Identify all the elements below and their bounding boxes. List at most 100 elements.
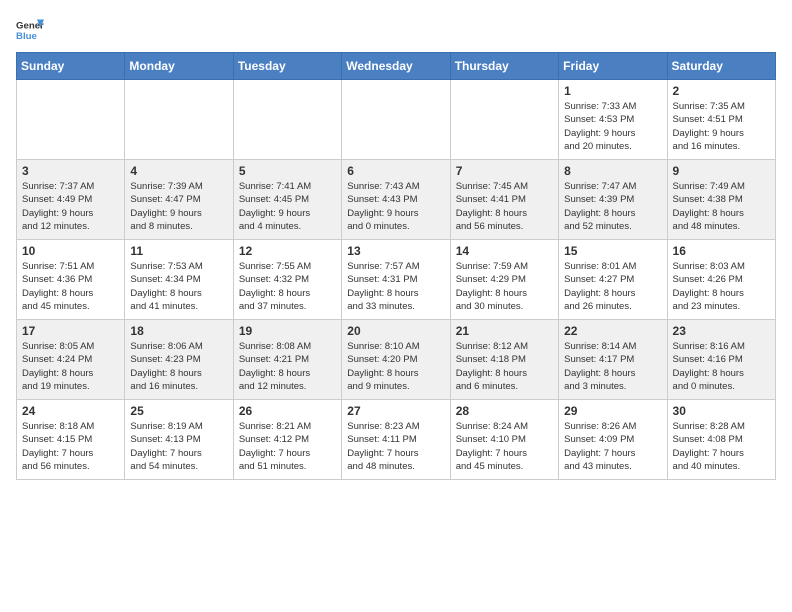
day-number: 24 xyxy=(22,404,119,418)
day-cell: 21Sunrise: 8:12 AM Sunset: 4:18 PM Dayli… xyxy=(450,320,558,400)
day-info: Sunrise: 8:03 AM Sunset: 4:26 PM Dayligh… xyxy=(673,260,770,313)
day-cell xyxy=(450,80,558,160)
day-cell: 26Sunrise: 8:21 AM Sunset: 4:12 PM Dayli… xyxy=(233,400,341,480)
week-row-4: 17 Sunrise: 8:05 AM Sunset: 4:24 PM Dayli… xyxy=(17,320,776,400)
day-cell: 3 Sunrise: 7:37 AM Sunset: 4:49 PM Daylig… xyxy=(17,160,125,240)
day-cell: 6 Sunrise: 7:43 AM Sunset: 4:43 PM Daylig… xyxy=(342,160,450,240)
day-info: Sunrise: 8:19 AM Sunset: 4:13 PM Dayligh… xyxy=(130,420,227,473)
day-cell: 20 Sunrise: 8:10 AM Sunset: 4:20 PM Dayli… xyxy=(342,320,450,400)
day-cell: 12 Sunrise: 7:55 AM Sunset: 4:32 PM Dayli… xyxy=(233,240,341,320)
week-row-2: 3 Sunrise: 7:37 AM Sunset: 4:49 PM Daylig… xyxy=(17,160,776,240)
logo: General Blue xyxy=(16,16,44,44)
day-info: Sunrise: 8:06 AM Sunset: 4:23 PM Dayligh… xyxy=(130,340,227,393)
header: General Blue xyxy=(16,16,776,44)
day-cell: 10Sunrise: 7:51 AM Sunset: 4:36 PM Dayli… xyxy=(17,240,125,320)
day-number: 12 xyxy=(239,244,336,258)
day-cell: 4 Sunrise: 7:39 AM Sunset: 4:47 PM Daylig… xyxy=(125,160,233,240)
day-cell: 29 Sunrise: 8:26 AM Sunset: 4:09 PM Dayli… xyxy=(559,400,667,480)
day-info: Sunrise: 8:05 AM Sunset: 4:24 PM Dayligh… xyxy=(22,340,119,393)
day-number: 4 xyxy=(130,164,227,178)
day-cell: 18 Sunrise: 8:06 AM Sunset: 4:23 PM Dayli… xyxy=(125,320,233,400)
day-number: 15 xyxy=(564,244,661,258)
column-header-friday: Friday xyxy=(559,53,667,80)
calendar-header: SundayMondayTuesdayWednesdayThursdayFrid… xyxy=(17,53,776,80)
day-number: 25 xyxy=(130,404,227,418)
day-cell: 19Sunrise: 8:08 AM Sunset: 4:21 PM Dayli… xyxy=(233,320,341,400)
day-cell: 8 Sunrise: 7:47 AM Sunset: 4:39 PM Daylig… xyxy=(559,160,667,240)
day-cell: 7 Sunrise: 7:45 AM Sunset: 4:41 PM Daylig… xyxy=(450,160,558,240)
calendar: SundayMondayTuesdayWednesdayThursdayFrid… xyxy=(16,52,776,480)
day-number: 2 xyxy=(673,84,770,98)
day-info: Sunrise: 8:26 AM Sunset: 4:09 PM Dayligh… xyxy=(564,420,661,473)
header-row: SundayMondayTuesdayWednesdayThursdayFrid… xyxy=(17,53,776,80)
day-number: 17 xyxy=(22,324,119,338)
calendar-body: 1 Sunrise: 7:33 AM Sunset: 4:53 PM Daylig… xyxy=(17,80,776,480)
day-info: Sunrise: 7:33 AM Sunset: 4:53 PM Dayligh… xyxy=(564,100,661,153)
day-info: Sunrise: 7:55 AM Sunset: 4:32 PM Dayligh… xyxy=(239,260,336,313)
column-header-sunday: Sunday xyxy=(17,53,125,80)
svg-text:Blue: Blue xyxy=(16,31,37,42)
day-cell: 24 Sunrise: 8:18 AM Sunset: 4:15 PM Dayli… xyxy=(17,400,125,480)
day-number: 26 xyxy=(239,404,336,418)
logo-icon: General Blue xyxy=(16,16,44,44)
day-info: Sunrise: 8:14 AM Sunset: 4:17 PM Dayligh… xyxy=(564,340,661,393)
day-info: Sunrise: 7:57 AM Sunset: 4:31 PM Dayligh… xyxy=(347,260,444,313)
column-header-saturday: Saturday xyxy=(667,53,775,80)
day-number: 13 xyxy=(347,244,444,258)
day-cell: 2Sunrise: 7:35 AM Sunset: 4:51 PM Daylig… xyxy=(667,80,775,160)
day-info: Sunrise: 7:37 AM Sunset: 4:49 PM Dayligh… xyxy=(22,180,119,233)
day-info: Sunrise: 7:47 AM Sunset: 4:39 PM Dayligh… xyxy=(564,180,661,233)
day-number: 8 xyxy=(564,164,661,178)
day-number: 19 xyxy=(239,324,336,338)
day-number: 27 xyxy=(347,404,444,418)
day-info: Sunrise: 8:18 AM Sunset: 4:15 PM Dayligh… xyxy=(22,420,119,473)
day-info: Sunrise: 7:49 AM Sunset: 4:38 PM Dayligh… xyxy=(673,180,770,233)
day-info: Sunrise: 8:16 AM Sunset: 4:16 PM Dayligh… xyxy=(673,340,770,393)
day-cell: 5 Sunrise: 7:41 AM Sunset: 4:45 PM Daylig… xyxy=(233,160,341,240)
day-cell: 14Sunrise: 7:59 AM Sunset: 4:29 PM Dayli… xyxy=(450,240,558,320)
day-info: Sunrise: 8:23 AM Sunset: 4:11 PM Dayligh… xyxy=(347,420,444,473)
day-cell: 11Sunrise: 7:53 AM Sunset: 4:34 PM Dayli… xyxy=(125,240,233,320)
day-number: 18 xyxy=(130,324,227,338)
day-info: Sunrise: 8:10 AM Sunset: 4:20 PM Dayligh… xyxy=(347,340,444,393)
day-number: 9 xyxy=(673,164,770,178)
day-number: 23 xyxy=(673,324,770,338)
day-number: 6 xyxy=(347,164,444,178)
week-row-5: 24 Sunrise: 8:18 AM Sunset: 4:15 PM Dayli… xyxy=(17,400,776,480)
day-number: 21 xyxy=(456,324,553,338)
week-row-3: 10Sunrise: 7:51 AM Sunset: 4:36 PM Dayli… xyxy=(17,240,776,320)
column-header-tuesday: Tuesday xyxy=(233,53,341,80)
day-cell: 15 Sunrise: 8:01 AM Sunset: 4:27 PM Dayli… xyxy=(559,240,667,320)
day-number: 1 xyxy=(564,84,661,98)
day-number: 7 xyxy=(456,164,553,178)
day-cell: 16Sunrise: 8:03 AM Sunset: 4:26 PM Dayli… xyxy=(667,240,775,320)
day-info: Sunrise: 8:28 AM Sunset: 4:08 PM Dayligh… xyxy=(673,420,770,473)
day-number: 14 xyxy=(456,244,553,258)
day-number: 11 xyxy=(130,244,227,258)
day-number: 10 xyxy=(22,244,119,258)
day-cell: 22 Sunrise: 8:14 AM Sunset: 4:17 PM Dayli… xyxy=(559,320,667,400)
day-info: Sunrise: 7:43 AM Sunset: 4:43 PM Dayligh… xyxy=(347,180,444,233)
day-number: 30 xyxy=(673,404,770,418)
day-number: 20 xyxy=(347,324,444,338)
day-info: Sunrise: 7:39 AM Sunset: 4:47 PM Dayligh… xyxy=(130,180,227,233)
column-header-monday: Monday xyxy=(125,53,233,80)
day-number: 22 xyxy=(564,324,661,338)
day-info: Sunrise: 7:45 AM Sunset: 4:41 PM Dayligh… xyxy=(456,180,553,233)
day-cell xyxy=(342,80,450,160)
day-cell: 25 Sunrise: 8:19 AM Sunset: 4:13 PM Dayli… xyxy=(125,400,233,480)
column-header-thursday: Thursday xyxy=(450,53,558,80)
day-cell: 17 Sunrise: 8:05 AM Sunset: 4:24 PM Dayli… xyxy=(17,320,125,400)
day-cell: 23 Sunrise: 8:16 AM Sunset: 4:16 PM Dayli… xyxy=(667,320,775,400)
day-cell xyxy=(125,80,233,160)
day-cell: 9 Sunrise: 7:49 AM Sunset: 4:38 PM Daylig… xyxy=(667,160,775,240)
day-cell xyxy=(233,80,341,160)
day-cell: 30 Sunrise: 8:28 AM Sunset: 4:08 PM Dayli… xyxy=(667,400,775,480)
day-cell: 27 Sunrise: 8:23 AM Sunset: 4:11 PM Dayli… xyxy=(342,400,450,480)
day-info: Sunrise: 8:01 AM Sunset: 4:27 PM Dayligh… xyxy=(564,260,661,313)
day-info: Sunrise: 7:41 AM Sunset: 4:45 PM Dayligh… xyxy=(239,180,336,233)
day-number: 5 xyxy=(239,164,336,178)
day-number: 3 xyxy=(22,164,119,178)
day-number: 29 xyxy=(564,404,661,418)
week-row-1: 1 Sunrise: 7:33 AM Sunset: 4:53 PM Daylig… xyxy=(17,80,776,160)
